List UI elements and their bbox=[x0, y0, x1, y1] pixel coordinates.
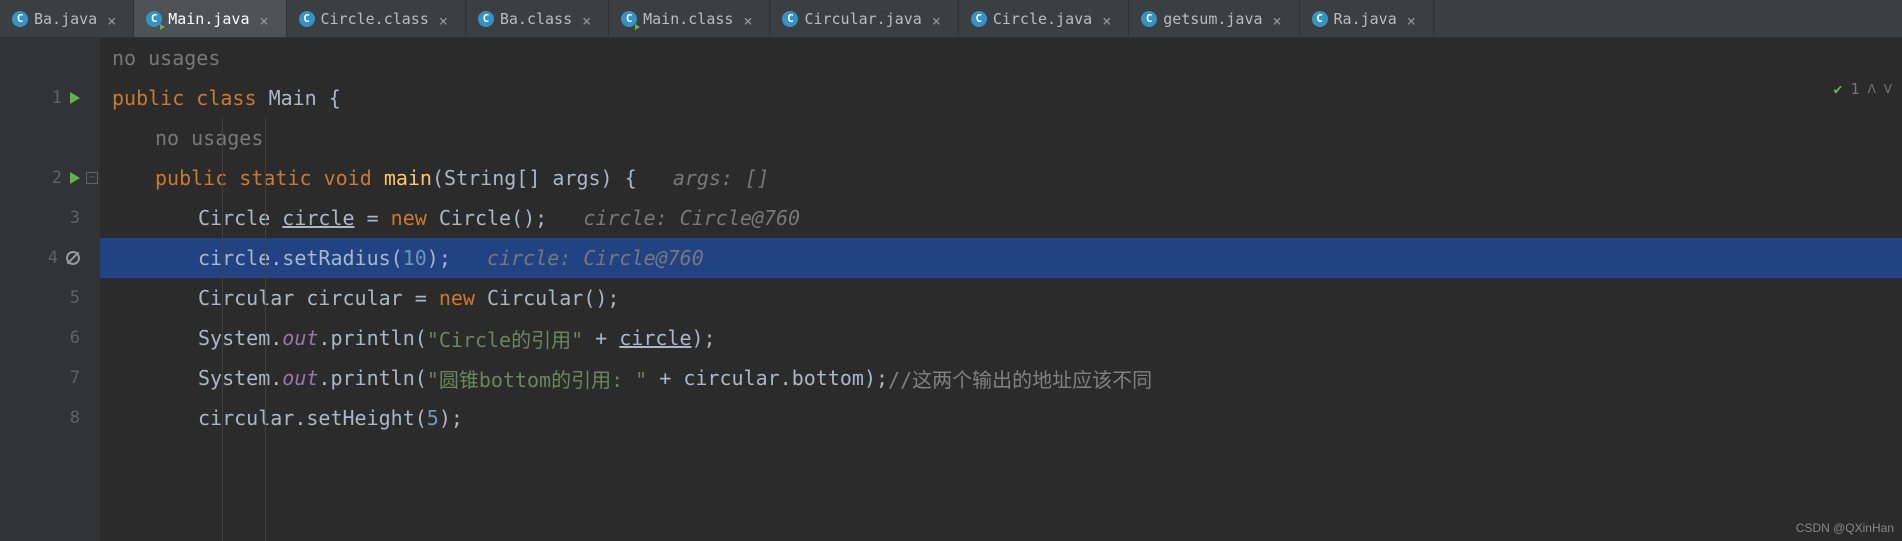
java-runnable-icon: C bbox=[621, 11, 637, 27]
tab-ba-java[interactable]: C Ba.java × bbox=[0, 0, 134, 37]
tab-getsum-java[interactable]: C getsum.java × bbox=[1129, 0, 1299, 37]
tab-label: getsum.java bbox=[1163, 10, 1262, 28]
java-class-icon: C bbox=[1312, 11, 1328, 27]
inspection-widget[interactable]: ✔ 1 ᐱ ᐯ bbox=[1834, 80, 1893, 98]
fold-icon[interactable]: − bbox=[86, 172, 98, 184]
tab-ba-class[interactable]: C Ba.class × bbox=[466, 0, 609, 37]
gutter-line-2[interactable]: 2 − bbox=[0, 158, 100, 198]
code-line-5[interactable]: Circular circular = new Circular(); bbox=[100, 278, 1902, 318]
code-line-4-current[interactable]: circle.setRadius(10); circle: Circle@760 bbox=[100, 238, 1902, 278]
close-icon[interactable]: × bbox=[1407, 12, 1421, 26]
close-icon[interactable]: × bbox=[582, 12, 596, 26]
tab-label: Circular.java bbox=[804, 10, 921, 28]
tab-main-java[interactable]: C Main.java × bbox=[134, 0, 286, 37]
close-icon[interactable]: × bbox=[932, 12, 946, 26]
tab-label: Ba.java bbox=[34, 10, 97, 28]
check-icon: ✔ bbox=[1834, 80, 1843, 98]
usages-hint[interactable]: no usages bbox=[100, 38, 1902, 78]
close-icon[interactable]: × bbox=[743, 12, 757, 26]
watermark: CSDN @QXinHan bbox=[1796, 521, 1894, 535]
tab-ra-java[interactable]: C Ra.java × bbox=[1300, 0, 1434, 37]
code-line-2[interactable]: public static void main(String[] args) {… bbox=[100, 158, 1902, 198]
gutter-line-7[interactable]: 7 bbox=[0, 358, 100, 398]
code-line-1[interactable]: public class Main { bbox=[100, 78, 1902, 118]
close-icon[interactable]: × bbox=[107, 12, 121, 26]
close-icon[interactable]: × bbox=[1102, 12, 1116, 26]
gutter-line-3[interactable]: 3 bbox=[0, 198, 100, 238]
code-line-7[interactable]: System.out.println("圆锥bottom的引用: " + cir… bbox=[100, 358, 1902, 398]
tab-main-class[interactable]: C Main.class × bbox=[609, 0, 770, 37]
usages-hint[interactable]: no usages bbox=[100, 118, 1902, 158]
tab-label: Ba.class bbox=[500, 10, 572, 28]
chevron-up-icon[interactable]: ᐱ bbox=[1868, 82, 1876, 96]
close-icon[interactable]: × bbox=[439, 12, 453, 26]
java-class-icon: C bbox=[12, 11, 28, 27]
gutter-line-4[interactable]: 4 bbox=[0, 238, 100, 278]
gutter-line-6[interactable]: 6 bbox=[0, 318, 100, 358]
tab-label: Circle.class bbox=[321, 10, 429, 28]
inspection-count: 1 bbox=[1851, 80, 1860, 98]
chevron-down-icon[interactable]: ᐯ bbox=[1884, 82, 1892, 96]
java-runnable-icon: C bbox=[146, 11, 162, 27]
code-line-8[interactable]: circular.setHeight(5); bbox=[100, 398, 1902, 438]
gutter-line-8[interactable]: 8 bbox=[0, 398, 100, 438]
code-area[interactable]: no usages public class Main { no usages … bbox=[100, 38, 1902, 541]
tab-label: Main.class bbox=[643, 10, 733, 28]
run-gutter-icon[interactable] bbox=[70, 172, 80, 184]
tab-label: Ra.java bbox=[1334, 10, 1397, 28]
gutter: 1 2 − 3 4 5 6 7 8 bbox=[0, 38, 100, 541]
editor-area: 1 2 − 3 4 5 6 7 8 no usages bbox=[0, 38, 1902, 541]
editor-tabs: C Ba.java × C Main.java × C Circle.class… bbox=[0, 0, 1902, 38]
close-icon[interactable]: × bbox=[260, 12, 274, 26]
tab-label: Circle.java bbox=[993, 10, 1092, 28]
close-icon[interactable]: × bbox=[1273, 12, 1287, 26]
tab-circle-class[interactable]: C Circle.class × bbox=[287, 0, 466, 37]
java-class-icon: C bbox=[1141, 11, 1157, 27]
java-class-icon: C bbox=[299, 11, 315, 27]
breakpoint-disabled-icon[interactable] bbox=[66, 251, 80, 265]
code-line-6[interactable]: System.out.println("Circle的引用" + circle)… bbox=[100, 318, 1902, 358]
tab-circle-java[interactable]: C Circle.java × bbox=[959, 0, 1129, 37]
run-gutter-icon[interactable] bbox=[70, 92, 80, 104]
tab-label: Main.java bbox=[168, 10, 249, 28]
indent-guide bbox=[265, 118, 266, 541]
tab-circular-java[interactable]: C Circular.java × bbox=[770, 0, 958, 37]
java-class-icon: C bbox=[478, 11, 494, 27]
gutter-line-1[interactable]: 1 bbox=[0, 78, 100, 118]
gutter-line-5[interactable]: 5 bbox=[0, 278, 100, 318]
indent-guide bbox=[222, 118, 223, 541]
code-line-3[interactable]: Circle circle = new Circle(); circle: Ci… bbox=[100, 198, 1902, 238]
java-class-icon: C bbox=[971, 11, 987, 27]
java-class-icon: C bbox=[782, 11, 798, 27]
